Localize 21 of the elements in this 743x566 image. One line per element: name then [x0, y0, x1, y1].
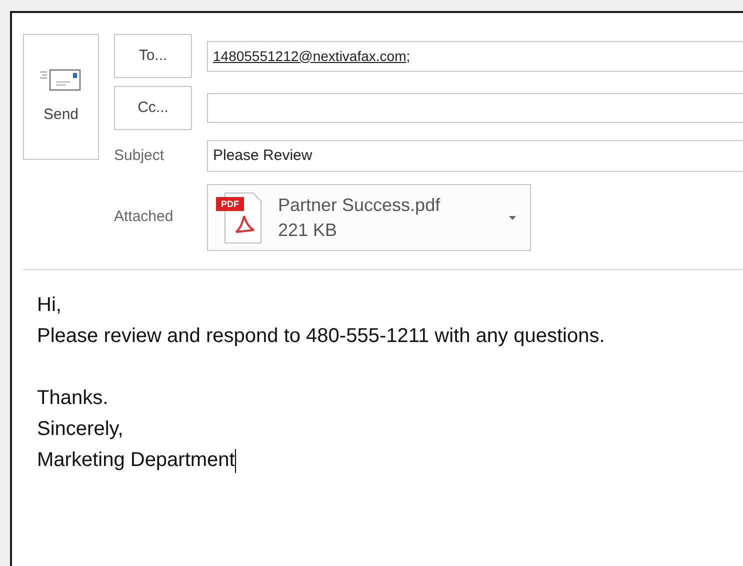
dropdown-caret-icon[interactable] — [509, 216, 516, 220]
cc-button[interactable]: Cc... — [114, 86, 192, 130]
body-text-line: Sincerely, — [37, 417, 124, 442]
subject-label: Subject — [114, 146, 166, 166]
recipient-address[interactable]: 14805551212@nextivafax.com — [213, 46, 406, 66]
subject-field[interactable]: Please Review — [207, 140, 743, 172]
text-cursor-icon — [234, 448, 236, 472]
recipient-separator: ; — [406, 46, 410, 66]
attached-label: Attached — [114, 207, 174, 228]
to-field[interactable]: 14805551212@nextivafax.com; — [207, 40, 743, 72]
body-text-line: Thanks. — [37, 386, 108, 411]
body-text-line: Hi, — [37, 293, 62, 318]
attachment-name: Partner Success.pdf — [278, 194, 442, 217]
cc-field[interactable] — [207, 93, 743, 123]
send-button[interactable]: Send — [23, 34, 99, 160]
body-text-line: Please review and respond to 480-555-1211 with any questions. — [37, 324, 605, 349]
attachment-card[interactable]: PDF Partner Success.pdf 221 KB — [207, 184, 531, 251]
body-text-line: Marketing Department — [37, 448, 235, 473]
to-button[interactable]: To... — [114, 34, 192, 78]
envelope-icon — [40, 68, 82, 92]
attachment-size: 221 KB — [278, 218, 338, 242]
